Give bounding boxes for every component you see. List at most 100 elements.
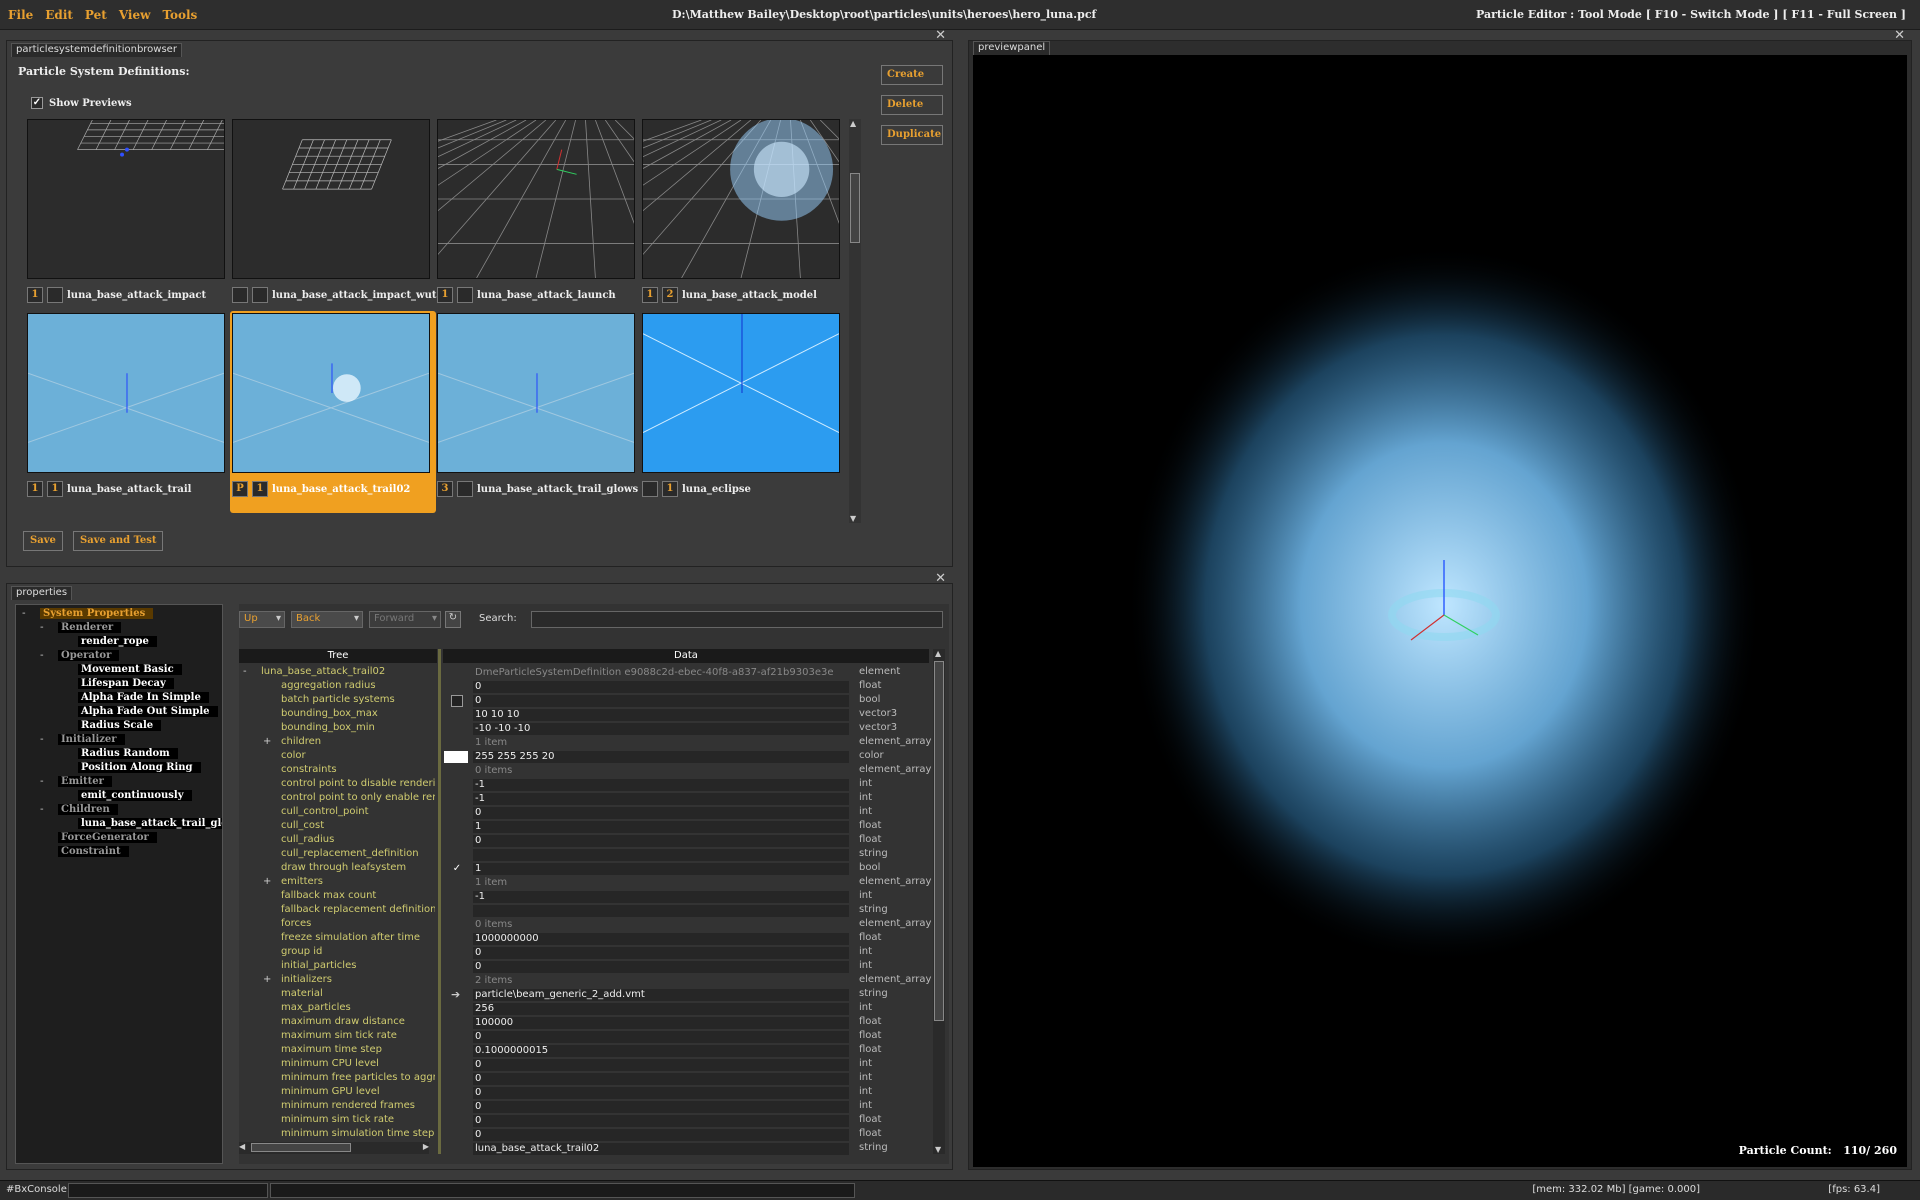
property-value[interactable]: 2 items bbox=[473, 975, 849, 987]
property-value[interactable]: 0 bbox=[473, 695, 849, 707]
tree-collapse-icon[interactable]: - bbox=[40, 650, 44, 661]
table-row[interactable]: + initializers 2 items element_array bbox=[239, 974, 939, 988]
thumbnail-label[interactable]: 1 luna_base_attack_launch bbox=[437, 286, 616, 304]
tree-item[interactable]: Renderer bbox=[58, 622, 122, 635]
tree-collapse-icon[interactable]: - bbox=[40, 622, 44, 633]
scroll-thumb[interactable] bbox=[934, 661, 944, 1021]
tree-item[interactable]: Emitter bbox=[58, 776, 112, 789]
tree-item[interactable]: Operator bbox=[58, 650, 120, 663]
property-value[interactable]: 0 bbox=[473, 961, 849, 973]
checkbox-icon[interactable] bbox=[451, 695, 463, 707]
tree-item[interactable]: Initializer bbox=[58, 734, 125, 747]
table-row[interactable]: cull_cost 1 float bbox=[239, 820, 939, 834]
tree-collapse-icon[interactable]: - bbox=[40, 804, 44, 815]
forward-dropdown[interactable]: Forward ▾ bbox=[369, 611, 441, 628]
property-value[interactable]: 0.1000000015 bbox=[473, 1045, 849, 1057]
show-previews-toggle[interactable]: ✓ Show Previews bbox=[31, 97, 132, 109]
table-row[interactable]: fallback max count -1 int bbox=[239, 890, 939, 904]
color-swatch-icon[interactable] bbox=[444, 751, 468, 763]
property-value[interactable]: 0 bbox=[473, 1129, 849, 1141]
thumbnail-label[interactable]: 3 luna_base_attack_trail_glows bbox=[437, 480, 638, 498]
badge-children[interactable]: 1 bbox=[47, 481, 63, 497]
property-value[interactable]: 100000 bbox=[473, 1017, 849, 1029]
thumbnail-label[interactable]: 1 luna_eclipse bbox=[642, 480, 751, 498]
thumbnail-label[interactable]: P 1 luna_base_attack_trail02 bbox=[232, 480, 410, 498]
table-row[interactable]: cull_control_point 0 int bbox=[239, 806, 939, 820]
property-value[interactable]: 0 bbox=[473, 947, 849, 959]
badge-children[interactable]: 1 bbox=[252, 481, 268, 497]
up-dropdown[interactable]: Up ▾ bbox=[239, 611, 285, 628]
property-value[interactable]: 0 bbox=[473, 1115, 849, 1127]
menu-tools[interactable]: Tools bbox=[162, 8, 197, 22]
table-row[interactable]: maximum sim tick rate 0 float bbox=[239, 1030, 939, 1044]
scroll-down-icon[interactable]: ▼ bbox=[850, 514, 856, 523]
particle-thumbnail[interactable] bbox=[642, 119, 840, 279]
scroll-thumb[interactable] bbox=[251, 1143, 351, 1152]
column-header-data[interactable]: Data bbox=[443, 649, 929, 663]
badge-count[interactable] bbox=[642, 481, 658, 497]
badge-children[interactable] bbox=[47, 287, 63, 303]
expand-icon[interactable]: + bbox=[263, 876, 271, 887]
tree-item[interactable]: Children bbox=[58, 804, 118, 817]
duplicate-button[interactable]: Duplicate bbox=[881, 125, 943, 145]
particle-thumbnail[interactable] bbox=[27, 313, 225, 473]
close-icon[interactable]: ✕ bbox=[935, 571, 946, 586]
table-row[interactable]: max_particles 256 int bbox=[239, 1002, 939, 1016]
table-row[interactable]: control point to disable rendering if it… bbox=[239, 778, 939, 792]
close-icon[interactable]: ✕ bbox=[1894, 28, 1905, 43]
particle-thumbnail[interactable] bbox=[232, 313, 430, 473]
tree-item[interactable]: Radius Random bbox=[78, 748, 178, 761]
table-row[interactable]: minimum free particles to aggregate 0 int bbox=[239, 1072, 939, 1086]
tree-item[interactable]: ForceGenerator bbox=[58, 832, 157, 845]
scroll-down-icon[interactable]: ▼ bbox=[935, 1145, 941, 1154]
table-row[interactable]: maximum time step 0.1000000015 float bbox=[239, 1044, 939, 1058]
table-row[interactable]: freeze simulation after time 1000000000 fl… bbox=[239, 932, 939, 946]
tree-item[interactable]: emit_continuously bbox=[78, 790, 192, 803]
property-value[interactable]: luna_base_attack_trail02 bbox=[473, 1143, 849, 1155]
thumbnail-label[interactable]: 1 luna_base_attack_impact bbox=[27, 286, 206, 304]
tree-item[interactable]: Alpha Fade In Simple bbox=[78, 692, 209, 705]
table-row[interactable]: maximum draw distance 100000 float bbox=[239, 1016, 939, 1030]
table-row[interactable]: cull_replacement_definition string bbox=[239, 848, 939, 862]
table-row[interactable]: initial_particles 0 int bbox=[239, 960, 939, 974]
element-tree[interactable]: - System Properties - Renderer render_rope - O… bbox=[15, 604, 223, 1164]
table-row[interactable]: minimum CPU level 0 int bbox=[239, 1058, 939, 1072]
scroll-thumb[interactable] bbox=[850, 173, 860, 243]
scroll-right-icon[interactable]: ▶ bbox=[423, 1142, 429, 1151]
tree-item[interactable]: Radius Scale bbox=[78, 720, 162, 733]
badge-children[interactable] bbox=[457, 481, 473, 497]
console-input[interactable] bbox=[68, 1183, 268, 1198]
menu-file[interactable]: File bbox=[8, 8, 33, 22]
property-value[interactable]: 0 items bbox=[473, 765, 849, 777]
thumbnail-label[interactable]: 1 2 luna_base_attack_model bbox=[642, 286, 817, 304]
delete-button[interactable]: Delete bbox=[881, 95, 943, 115]
table-row[interactable]: control point to only enable rendering i… bbox=[239, 792, 939, 806]
thumbnail-label[interactable]: 1 1 luna_base_attack_trail bbox=[27, 480, 191, 498]
property-value[interactable]: 1 item bbox=[473, 877, 849, 889]
property-value[interactable]: -1 bbox=[473, 779, 849, 791]
property-value[interactable]: -1 bbox=[473, 891, 849, 903]
table-row[interactable]: aggregation radius 0 float bbox=[239, 680, 939, 694]
tree-item[interactable]: Lifespan Decay bbox=[78, 678, 174, 691]
table-row[interactable]: cull_radius 0 float bbox=[239, 834, 939, 848]
save-button[interactable]: Save bbox=[23, 531, 63, 551]
property-value[interactable]: 255 255 255 20 bbox=[473, 751, 849, 763]
refresh-icon[interactable]: ↻ bbox=[445, 611, 461, 628]
table-row[interactable]: material ➔ particle\beam_generic_2_add.vmt… bbox=[239, 988, 939, 1002]
badge-count[interactable] bbox=[232, 287, 248, 303]
tree-item[interactable]: render_rope bbox=[78, 636, 157, 649]
particle-thumbnail[interactable] bbox=[437, 119, 635, 279]
property-value[interactable] bbox=[473, 849, 849, 861]
menu-edit[interactable]: Edit bbox=[45, 8, 73, 22]
preview-viewport[interactable] bbox=[973, 55, 1907, 1167]
create-button[interactable]: Create bbox=[881, 65, 943, 85]
badge-count[interactable]: 1 bbox=[27, 481, 43, 497]
particle-thumbnail[interactable] bbox=[437, 313, 635, 473]
tree-hscrollbar[interactable]: ◀ ▶ bbox=[239, 1142, 429, 1154]
save-and-test-button[interactable]: Save and Test bbox=[73, 531, 164, 551]
tree-collapse-icon[interactable]: - bbox=[40, 776, 44, 787]
property-value[interactable]: 0 bbox=[473, 807, 849, 819]
tree-item[interactable]: System Properties bbox=[40, 608, 154, 621]
property-value[interactable]: DmeParticleSystemDefinition e9088c2d-ebe… bbox=[473, 667, 849, 679]
scroll-up-icon[interactable]: ▲ bbox=[935, 649, 941, 658]
